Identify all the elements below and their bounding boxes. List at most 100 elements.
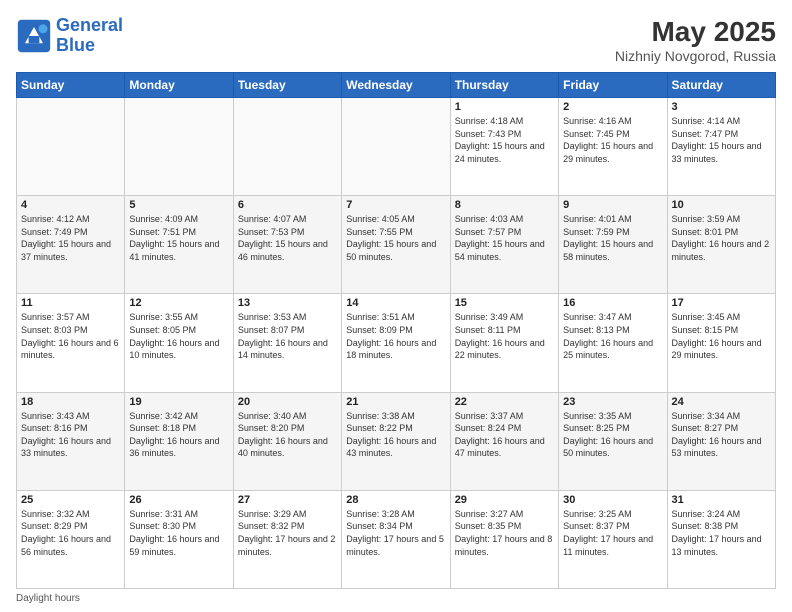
table-row: 28 Sunrise: 3:28 AMSunset: 8:34 PMDaylig… bbox=[342, 490, 450, 588]
table-row: 13 Sunrise: 3:53 AMSunset: 8:07 PMDaylig… bbox=[233, 294, 341, 392]
day-number: 30 bbox=[563, 494, 662, 506]
day-info: Sunrise: 3:57 AMSunset: 8:03 PMDaylight:… bbox=[21, 311, 120, 361]
day-number: 29 bbox=[455, 494, 554, 506]
table-row: 12 Sunrise: 3:55 AMSunset: 8:05 PMDaylig… bbox=[125, 294, 233, 392]
header: General Blue May 2025 Nizhniy Novgorod, … bbox=[16, 16, 776, 64]
table-row: 14 Sunrise: 3:51 AMSunset: 8:09 PMDaylig… bbox=[342, 294, 450, 392]
table-row: 3 Sunrise: 4:14 AMSunset: 7:47 PMDayligh… bbox=[667, 98, 775, 196]
table-row: 31 Sunrise: 3:24 AMSunset: 8:38 PMDaylig… bbox=[667, 490, 775, 588]
table-row: 1 Sunrise: 4:18 AMSunset: 7:43 PMDayligh… bbox=[450, 98, 558, 196]
day-info: Sunrise: 3:53 AMSunset: 8:07 PMDaylight:… bbox=[238, 311, 337, 361]
day-info: Sunrise: 3:29 AMSunset: 8:32 PMDaylight:… bbox=[238, 508, 337, 558]
calendar-header-row: Sunday Monday Tuesday Wednesday Thursday… bbox=[17, 73, 776, 98]
calendar-week-5: 25 Sunrise: 3:32 AMSunset: 8:29 PMDaylig… bbox=[17, 490, 776, 588]
table-row bbox=[125, 98, 233, 196]
day-info: Sunrise: 3:37 AMSunset: 8:24 PMDaylight:… bbox=[455, 410, 554, 460]
col-monday: Monday bbox=[125, 73, 233, 98]
logo-line2: Blue bbox=[56, 35, 95, 55]
day-info: Sunrise: 4:09 AMSunset: 7:51 PMDaylight:… bbox=[129, 213, 228, 263]
day-number: 17 bbox=[672, 297, 771, 309]
table-row: 9 Sunrise: 4:01 AMSunset: 7:59 PMDayligh… bbox=[559, 196, 667, 294]
day-number: 4 bbox=[21, 199, 120, 211]
table-row: 18 Sunrise: 3:43 AMSunset: 8:16 PMDaylig… bbox=[17, 392, 125, 490]
table-row bbox=[233, 98, 341, 196]
day-number: 31 bbox=[672, 494, 771, 506]
day-info: Sunrise: 3:49 AMSunset: 8:11 PMDaylight:… bbox=[455, 311, 554, 361]
table-row: 5 Sunrise: 4:09 AMSunset: 7:51 PMDayligh… bbox=[125, 196, 233, 294]
month-title: May 2025 bbox=[615, 16, 776, 48]
day-info: Sunrise: 3:35 AMSunset: 8:25 PMDaylight:… bbox=[563, 410, 662, 460]
col-thursday: Thursday bbox=[450, 73, 558, 98]
day-number: 12 bbox=[129, 297, 228, 309]
day-info: Sunrise: 3:24 AMSunset: 8:38 PMDaylight:… bbox=[672, 508, 771, 558]
day-info: Sunrise: 4:14 AMSunset: 7:47 PMDaylight:… bbox=[672, 115, 771, 165]
day-info: Sunrise: 3:42 AMSunset: 8:18 PMDaylight:… bbox=[129, 410, 228, 460]
col-wednesday: Wednesday bbox=[342, 73, 450, 98]
table-row bbox=[17, 98, 125, 196]
day-info: Sunrise: 4:12 AMSunset: 7:49 PMDaylight:… bbox=[21, 213, 120, 263]
day-info: Sunrise: 3:59 AMSunset: 8:01 PMDaylight:… bbox=[672, 213, 771, 263]
day-number: 26 bbox=[129, 494, 228, 506]
page: General Blue May 2025 Nizhniy Novgorod, … bbox=[0, 0, 792, 612]
day-number: 13 bbox=[238, 297, 337, 309]
table-row: 15 Sunrise: 3:49 AMSunset: 8:11 PMDaylig… bbox=[450, 294, 558, 392]
day-info: Sunrise: 3:25 AMSunset: 8:37 PMDaylight:… bbox=[563, 508, 662, 558]
day-number: 14 bbox=[346, 297, 445, 309]
day-number: 19 bbox=[129, 396, 228, 408]
day-number: 10 bbox=[672, 199, 771, 211]
table-row: 25 Sunrise: 3:32 AMSunset: 8:29 PMDaylig… bbox=[17, 490, 125, 588]
table-row: 10 Sunrise: 3:59 AMSunset: 8:01 PMDaylig… bbox=[667, 196, 775, 294]
day-number: 2 bbox=[563, 101, 662, 113]
calendar-table: Sunday Monday Tuesday Wednesday Thursday… bbox=[16, 72, 776, 589]
day-info: Sunrise: 4:18 AMSunset: 7:43 PMDaylight:… bbox=[455, 115, 554, 165]
day-number: 20 bbox=[238, 396, 337, 408]
table-row: 20 Sunrise: 3:40 AMSunset: 8:20 PMDaylig… bbox=[233, 392, 341, 490]
day-info: Sunrise: 4:05 AMSunset: 7:55 PMDaylight:… bbox=[346, 213, 445, 263]
footer-note: Daylight hours bbox=[16, 593, 776, 604]
table-row: 19 Sunrise: 3:42 AMSunset: 8:18 PMDaylig… bbox=[125, 392, 233, 490]
day-number: 25 bbox=[21, 494, 120, 506]
day-number: 5 bbox=[129, 199, 228, 211]
day-info: Sunrise: 3:45 AMSunset: 8:15 PMDaylight:… bbox=[672, 311, 771, 361]
table-row: 22 Sunrise: 3:37 AMSunset: 8:24 PMDaylig… bbox=[450, 392, 558, 490]
col-friday: Friday bbox=[559, 73, 667, 98]
day-info: Sunrise: 3:38 AMSunset: 8:22 PMDaylight:… bbox=[346, 410, 445, 460]
day-number: 27 bbox=[238, 494, 337, 506]
day-info: Sunrise: 4:16 AMSunset: 7:45 PMDaylight:… bbox=[563, 115, 662, 165]
table-row: 23 Sunrise: 3:35 AMSunset: 8:25 PMDaylig… bbox=[559, 392, 667, 490]
table-row: 8 Sunrise: 4:03 AMSunset: 7:57 PMDayligh… bbox=[450, 196, 558, 294]
calendar-week-3: 11 Sunrise: 3:57 AMSunset: 8:03 PMDaylig… bbox=[17, 294, 776, 392]
day-info: Sunrise: 4:03 AMSunset: 7:57 PMDaylight:… bbox=[455, 213, 554, 263]
day-number: 23 bbox=[563, 396, 662, 408]
day-info: Sunrise: 3:55 AMSunset: 8:05 PMDaylight:… bbox=[129, 311, 228, 361]
day-number: 9 bbox=[563, 199, 662, 211]
calendar-week-1: 1 Sunrise: 4:18 AMSunset: 7:43 PMDayligh… bbox=[17, 98, 776, 196]
day-info: Sunrise: 3:51 AMSunset: 8:09 PMDaylight:… bbox=[346, 311, 445, 361]
location: Nizhniy Novgorod, Russia bbox=[615, 48, 776, 64]
col-tuesday: Tuesday bbox=[233, 73, 341, 98]
table-row: 17 Sunrise: 3:45 AMSunset: 8:15 PMDaylig… bbox=[667, 294, 775, 392]
table-row: 21 Sunrise: 3:38 AMSunset: 8:22 PMDaylig… bbox=[342, 392, 450, 490]
logo-icon bbox=[16, 18, 52, 54]
day-number: 16 bbox=[563, 297, 662, 309]
day-info: Sunrise: 4:01 AMSunset: 7:59 PMDaylight:… bbox=[563, 213, 662, 263]
day-number: 7 bbox=[346, 199, 445, 211]
logo-line1: General bbox=[56, 15, 123, 35]
day-number: 8 bbox=[455, 199, 554, 211]
title-block: May 2025 Nizhniy Novgorod, Russia bbox=[615, 16, 776, 64]
day-number: 24 bbox=[672, 396, 771, 408]
day-info: Sunrise: 3:43 AMSunset: 8:16 PMDaylight:… bbox=[21, 410, 120, 460]
day-number: 1 bbox=[455, 101, 554, 113]
day-info: Sunrise: 3:40 AMSunset: 8:20 PMDaylight:… bbox=[238, 410, 337, 460]
table-row: 30 Sunrise: 3:25 AMSunset: 8:37 PMDaylig… bbox=[559, 490, 667, 588]
table-row: 11 Sunrise: 3:57 AMSunset: 8:03 PMDaylig… bbox=[17, 294, 125, 392]
table-row: 24 Sunrise: 3:34 AMSunset: 8:27 PMDaylig… bbox=[667, 392, 775, 490]
day-number: 21 bbox=[346, 396, 445, 408]
day-number: 28 bbox=[346, 494, 445, 506]
day-info: Sunrise: 3:27 AMSunset: 8:35 PMDaylight:… bbox=[455, 508, 554, 558]
day-info: Sunrise: 3:28 AMSunset: 8:34 PMDaylight:… bbox=[346, 508, 445, 558]
calendar-week-2: 4 Sunrise: 4:12 AMSunset: 7:49 PMDayligh… bbox=[17, 196, 776, 294]
logo-text: General Blue bbox=[56, 16, 123, 56]
table-row: 7 Sunrise: 4:05 AMSunset: 7:55 PMDayligh… bbox=[342, 196, 450, 294]
table-row: 4 Sunrise: 4:12 AMSunset: 7:49 PMDayligh… bbox=[17, 196, 125, 294]
